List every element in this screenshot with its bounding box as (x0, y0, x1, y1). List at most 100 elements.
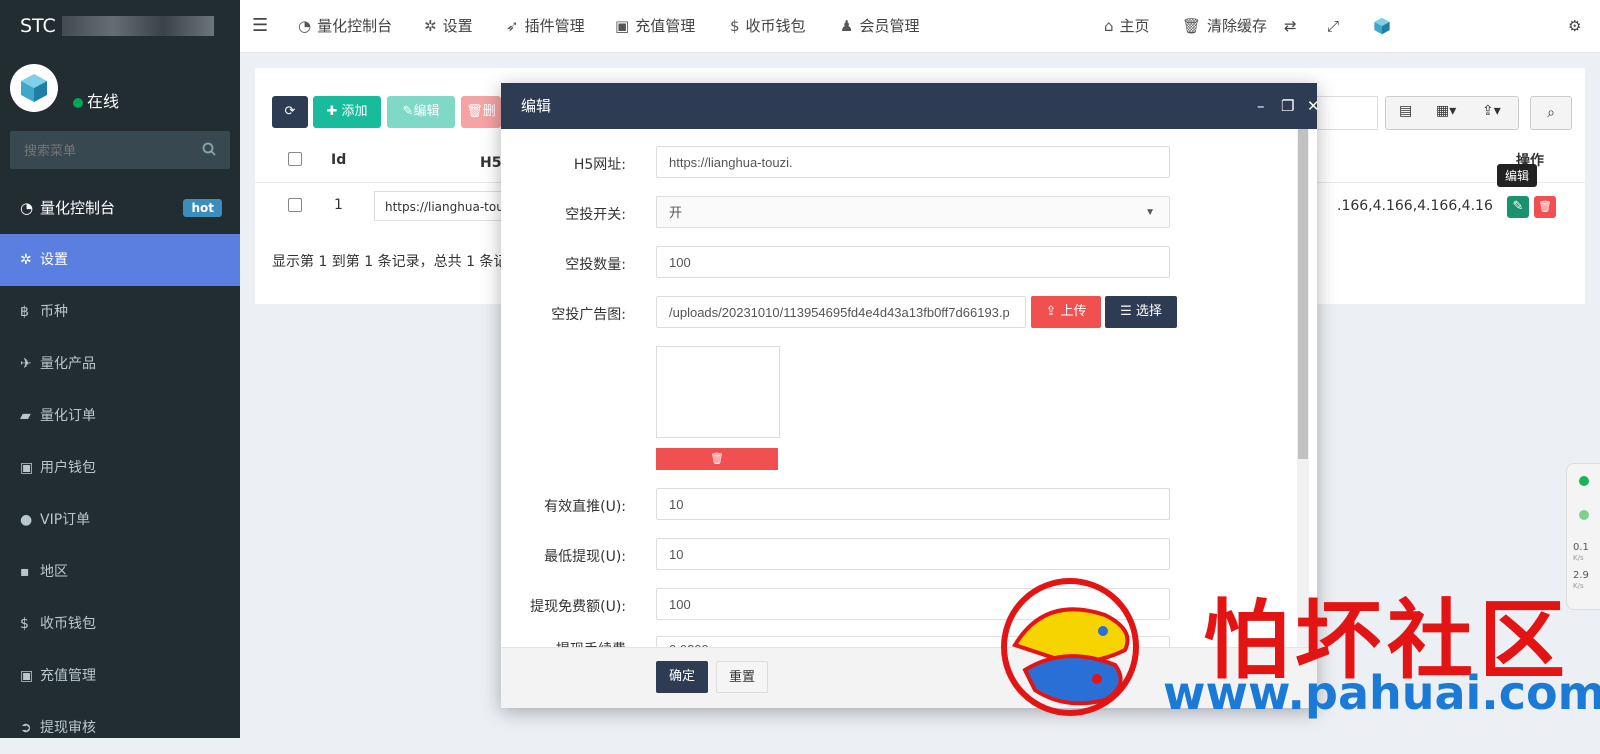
field-label-free-quota: 提现免费额(U): (530, 599, 626, 615)
upload-speed: 0.1 (1573, 542, 1589, 553)
trash-icon: 🗑 (1182, 17, 1202, 35)
cube-logo-icon[interactable] (1372, 16, 1392, 36)
reset-button[interactable]: 重置 (716, 661, 768, 693)
plane-icon: ✈ (20, 356, 32, 372)
airdrop-amount-input[interactable]: 100 (656, 246, 1170, 278)
caret-down-icon: ▼ (1145, 207, 1155, 218)
pencil-icon: ✎ (1512, 199, 1524, 214)
field-label-direct-push: 有效直推(U): (544, 499, 626, 515)
dollar-icon: $ (20, 616, 29, 632)
nav-settings[interactable]: ✲ 设置 (424, 0, 473, 52)
nav-dashboard[interactable]: ◔ 量化控制台 (298, 0, 392, 52)
select-all-checkbox[interactable] (288, 152, 302, 166)
minimize-icon[interactable]: – (1257, 83, 1265, 129)
sidebar: STC 在线 ◔量化控制台 hot ✲设置 ฿币种 (0, 0, 240, 738)
trash-icon: 🗑 (710, 452, 724, 465)
logo-blurred-text (62, 16, 214, 36)
airdrop-image-input[interactable]: /uploads/20231010/113954695fd4e4d43a13fb… (656, 296, 1026, 328)
upload-speed-unit: K/s (1573, 554, 1584, 562)
home-icon: ⌂ (1104, 17, 1114, 35)
close-icon[interactable]: ✕ (1307, 83, 1320, 129)
edit-tooltip: 编辑 (1497, 164, 1538, 187)
row-checkbox[interactable] (288, 198, 302, 212)
network-speed-widget[interactable]: 0.1 K/s 2.9 K/s (1566, 463, 1600, 610)
sidebar-menu: ◔ 量化控制台 hot ✲ 设置 ฿币种 ✈ 量化产品 ▰ 量化订单 ▣ 用户钱包 ● VI… (0, 182, 240, 754)
edit-button[interactable]: ✎编辑 (387, 96, 455, 128)
sidebar-item-coins[interactable]: ฿币种 (0, 286, 240, 338)
sidebar-item-orders[interactable]: ▰ 量化订单 (0, 390, 240, 442)
nav-recharge[interactable]: ▣ 充值管理 (615, 0, 695, 52)
confirm-button[interactable]: 确定 (656, 661, 708, 693)
search-icon[interactable] (202, 142, 216, 160)
sidebar-search-input[interactable] (10, 131, 208, 169)
money-icon: ▣ (20, 460, 34, 476)
sidebar-item-vip-orders[interactable]: ● VIP订单 (0, 494, 240, 546)
sidebar-item-withdraw-review[interactable]: ➲ 提现审核 (0, 702, 240, 754)
columns-icon[interactable]: ▦▾ (1436, 103, 1456, 119)
nav-members[interactable]: ♟ 会员管理 (840, 0, 919, 52)
export-icon[interactable]: ⇪▾ (1482, 103, 1501, 119)
col-id-header[interactable]: Id (331, 152, 346, 168)
avatar[interactable] (10, 64, 58, 112)
trash-icon: 🗑 (466, 104, 483, 119)
logo-text: STC (20, 15, 56, 37)
logo[interactable]: STC (0, 0, 240, 52)
nav-collect-wallet[interactable]: $ 收币钱包 (730, 0, 806, 52)
field-label-airdrop-image: 空投广告图: (551, 307, 626, 323)
sidebar-item-region[interactable]: ▪ 地区 (0, 546, 240, 598)
gears-icon[interactable]: ⚙ (1568, 0, 1581, 52)
fullscreen-icon[interactable]: ⤢ (1327, 0, 1339, 52)
maximize-icon[interactable]: ❐ (1281, 83, 1294, 129)
list-icon: ☰ (1120, 304, 1132, 319)
upload-button[interactable]: ⇪ 上传 (1031, 296, 1101, 328)
scrollbar-thumb[interactable] (1298, 129, 1308, 459)
sidebar-item-recharge[interactable]: ▣ 充值管理 (0, 650, 240, 702)
table-search-input[interactable] (1317, 96, 1378, 130)
row-delete-button[interactable]: 🗑 (1534, 196, 1556, 218)
translate-icon[interactable]: ⇄ (1284, 0, 1297, 52)
dashboard-icon: ◔ (298, 17, 312, 35)
remove-image-button[interactable]: 🗑 (656, 448, 778, 470)
dashboard-icon: ◔ (20, 199, 34, 217)
sidebar-search[interactable] (10, 131, 230, 169)
book-icon: ▰ (20, 408, 31, 424)
trash-icon: 🗑 (1538, 200, 1552, 213)
status-dot-icon (1579, 476, 1589, 486)
status-dot-icon (1579, 510, 1589, 520)
modal-header: 编辑 – ❐ ✕ (501, 83, 1320, 129)
search-icon: ⌕ (1547, 105, 1555, 121)
menu-toggle-icon[interactable]: ☰ (252, 0, 268, 52)
modal-title: 编辑 (521, 97, 552, 115)
check-circle-icon: ● (20, 512, 33, 528)
field-label-min-withdraw: 最低提现(U): (544, 549, 626, 565)
add-button[interactable]: ✚ 添加 (313, 96, 381, 128)
min-withdraw-input[interactable]: 10 (656, 538, 1170, 570)
refresh-button[interactable]: ⟳ (272, 96, 308, 128)
phone-icon: ▪ (20, 564, 30, 580)
airdrop-switch-select[interactable]: 开 ▼ (656, 196, 1170, 228)
edit-modal: 编辑 – ❐ ✕ H5网址: https://lianghua-touzi. 空… (501, 83, 1320, 708)
sidebar-item-settings[interactable]: ✲ 设置 (0, 234, 240, 286)
online-dot-icon (73, 97, 83, 108)
nav-plugins[interactable]: ➶ 插件管理 (506, 0, 585, 52)
row-edit-button[interactable]: ✎ (1507, 196, 1529, 218)
sidebar-item-products[interactable]: ✈ 量化产品 (0, 338, 240, 390)
nav-clear-cache[interactable]: 🗑 清除缓存 (1182, 0, 1267, 52)
h5-url-input[interactable]: https://lianghua-touzi. (656, 146, 1170, 178)
sidebar-item-collect-wallet[interactable]: $ 收币钱包 (0, 598, 240, 650)
money-icon: ▣ (615, 17, 630, 35)
nav-home[interactable]: ⌂ 主页 (1104, 0, 1150, 52)
direct-push-input[interactable]: 10 (656, 488, 1170, 520)
sidebar-item-user-wallet[interactable]: ▣ 用户钱包 (0, 442, 240, 494)
table-toggle-icon[interactable]: ▤ (1399, 103, 1412, 119)
field-label-h5-url: H5网址: (573, 157, 626, 173)
field-label-airdrop-switch: 空投开关: (565, 207, 626, 223)
rocket-icon: ➶ (506, 17, 519, 35)
select-button[interactable]: ☰ 选择 (1105, 296, 1177, 328)
upload-icon: ⇪ (1045, 304, 1057, 319)
top-navbar: ☰ ◔ 量化控制台 ✲ 设置 ➶ 插件管理 ▣ 充值管理 $ 收币钱包 ♟ 会员管理 ⌂ 主页… (240, 0, 1600, 53)
user-panel: 在线 (0, 52, 240, 130)
delete-button[interactable]: 🗑删除 (461, 96, 501, 128)
table-search-button[interactable]: ⌕ (1530, 96, 1572, 130)
sidebar-item-dashboard[interactable]: ◔ 量化控制台 hot (0, 182, 240, 234)
